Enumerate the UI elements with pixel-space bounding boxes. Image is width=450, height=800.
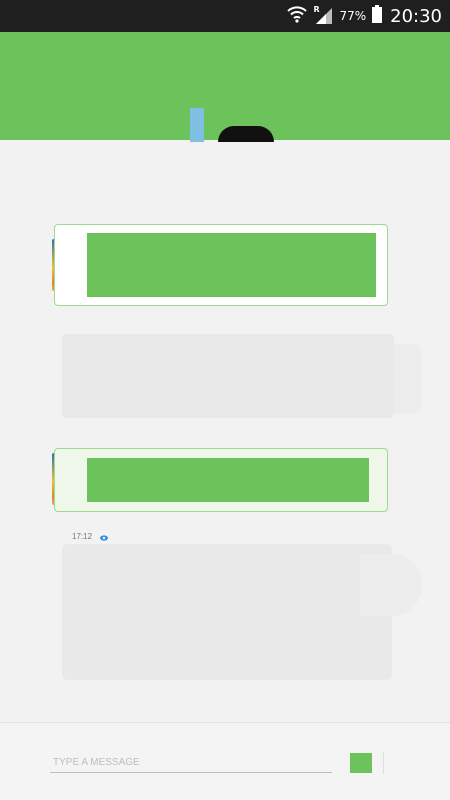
message-composer: [0, 722, 450, 800]
signal-icon: R: [313, 5, 333, 25]
message-meta: 17:12: [72, 532, 109, 541]
status-bar: R 77% 20:30: [0, 0, 450, 32]
bubble-tail: [360, 554, 422, 616]
wifi-icon: [287, 5, 308, 27]
battery-percent: 77%: [339, 9, 367, 23]
avatar-detail: [190, 108, 204, 142]
status-time: 20:30: [390, 5, 442, 27]
message-image[interactable]: [87, 233, 376, 297]
chat-thread[interactable]: 17:12: [0, 140, 450, 722]
bubble-tail: [394, 344, 422, 414]
message-bubble-outgoing[interactable]: [54, 448, 388, 512]
battery-icon: [372, 5, 383, 27]
composer-divider: [383, 752, 384, 774]
contact-avatar[interactable]: [190, 108, 280, 142]
message-image[interactable]: [87, 458, 369, 502]
message-input[interactable]: [50, 753, 332, 773]
message-bubble-outgoing[interactable]: [54, 224, 388, 306]
message-bubble-incoming[interactable]: [62, 544, 392, 680]
message-bubble-incoming[interactable]: [62, 334, 394, 418]
send-button[interactable]: [350, 753, 372, 773]
message-time: 17:12: [72, 532, 93, 541]
eye-icon: [100, 534, 109, 541]
